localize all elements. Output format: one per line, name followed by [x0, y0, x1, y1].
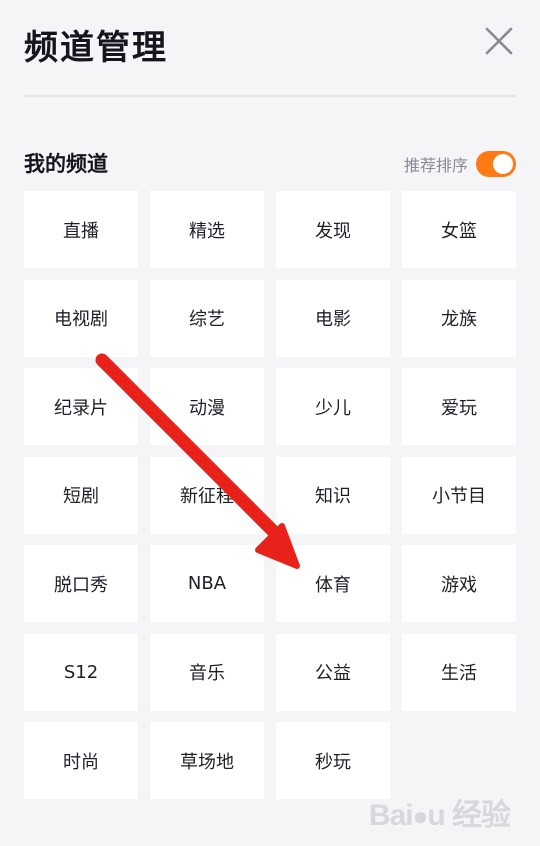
channel-tile[interactable]: 短剧 [24, 456, 138, 534]
channel-tile[interactable]: 动漫 [150, 368, 264, 445]
channel-tile[interactable]: 时尚 [24, 722, 138, 799]
channel-tile[interactable]: 公益 [276, 633, 390, 711]
my-channels-header: 我的频道 推荐排序 [24, 146, 516, 182]
channel-tile[interactable]: 精选 [150, 191, 264, 268]
watermark-logo: Bai●u 经验 [368, 799, 511, 832]
toggle-knob [493, 154, 513, 174]
channel-tile[interactable]: 小节目 [402, 456, 516, 534]
channel-tile[interactable]: 生活 [402, 633, 516, 711]
channel-tile[interactable]: 综艺 [150, 279, 264, 357]
sort-label: 推荐排序 [403, 156, 468, 175]
channel-tile[interactable]: 草场地 [150, 722, 264, 799]
channel-tile[interactable]: S12 [24, 633, 138, 711]
channel-tile[interactable]: NBA [150, 545, 264, 622]
header: 频道管理 [24, 22, 516, 72]
header-divider [24, 95, 516, 97]
close-icon [485, 27, 513, 55]
page-title: 频道管理 [24, 28, 168, 68]
channel-tile[interactable]: 新征程 [150, 456, 264, 534]
channel-tile[interactable]: 音乐 [150, 633, 264, 711]
channel-tile[interactable]: 电视剧 [24, 279, 138, 357]
channel-tile[interactable]: 电影 [276, 279, 390, 357]
channel-tile[interactable]: 游戏 [402, 545, 516, 622]
section-title: 我的频道 [24, 152, 108, 176]
channel-tile[interactable]: 直播 [24, 191, 138, 268]
channel-grid: 直播 精选 发现 女篮电视剧 综艺 电影 龙族纪录片 动漫 少儿 爱玩短剧 新征程 知识 小节目脱口秀 N… [24, 191, 516, 799]
channel-tile[interactable]: 秒玩 [276, 722, 390, 799]
channel-tile[interactable]: 爱玩 [402, 368, 516, 445]
channel-tile[interactable]: 龙族 [402, 279, 516, 357]
sort-toggle[interactable] [476, 151, 516, 177]
channel-tile[interactable]: 纪录片 [24, 368, 138, 445]
sort-control: 推荐排序 [404, 150, 516, 178]
channel-tile[interactable]: 知识 [276, 456, 390, 534]
channel-tile[interactable]: 女篮 [402, 191, 516, 268]
channel-tile[interactable]: 发现 [276, 191, 390, 268]
close-button[interactable] [484, 26, 514, 56]
channel-tile[interactable]: 少儿 [276, 368, 390, 445]
channel-tile[interactable]: 体育 [276, 545, 390, 622]
channel-tile[interactable]: 脱口秀 [24, 545, 138, 622]
